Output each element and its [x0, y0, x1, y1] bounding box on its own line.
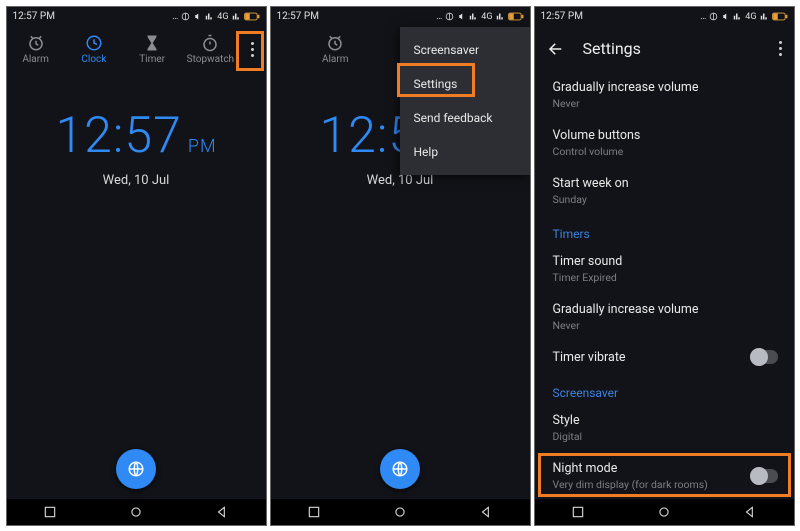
alarm-icon — [326, 34, 344, 52]
home-key[interactable] — [393, 505, 407, 519]
tab-timer[interactable]: Timer — [123, 34, 181, 65]
setting-timer-sound[interactable]: Timer sound Timer Expired — [535, 245, 794, 293]
overflow-menu-button[interactable] — [240, 27, 266, 73]
globe-icon — [127, 460, 145, 478]
section-timers: Timers — [535, 215, 794, 245]
menu-feedback[interactable]: Send feedback — [400, 101, 530, 135]
status-bar: 12:57 PM … 4G — [7, 7, 266, 27]
recents-key[interactable] — [43, 505, 57, 519]
toggle-switch[interactable] — [750, 469, 778, 483]
recents-key[interactable] — [307, 505, 321, 519]
clock-face: 12:57 PM Wed, 10 Jul — [7, 107, 266, 188]
status-time: 12:57 PM — [541, 11, 583, 22]
phone-screen-2: 12:57 PM … 4G Alarm Clock 12:57 PM Wed, … — [270, 6, 531, 526]
android-navbar — [535, 499, 794, 525]
menu-help[interactable]: Help — [400, 135, 530, 169]
back-key[interactable] — [215, 505, 229, 519]
stopwatch-icon — [201, 34, 219, 52]
alarm-icon — [27, 34, 45, 52]
setting-gradual-volume[interactable]: Gradually increase volume Never — [535, 71, 794, 119]
tab-alarm[interactable]: Alarm — [7, 34, 65, 65]
add-world-clock-button[interactable] — [380, 449, 420, 489]
tab-alarm[interactable]: Alarm — [271, 34, 401, 65]
status-icons: … 4G — [436, 12, 523, 22]
time-value: 12:57 — [55, 107, 181, 165]
back-key[interactable] — [743, 505, 757, 519]
settings-list[interactable]: Gradually increase volume Never Volume b… — [535, 71, 794, 525]
phone-screen-3: 12:57 PM … 4G Settings Gradually increas… — [534, 6, 795, 526]
setting-timer-vibrate[interactable]: Timer vibrate — [535, 341, 794, 374]
setting-night-mode[interactable]: Night mode Very dim display (for dark ro… — [535, 452, 794, 500]
back-key[interactable] — [479, 505, 493, 519]
date-value: Wed, 10 Jul — [271, 173, 530, 188]
home-key[interactable] — [657, 505, 671, 519]
menu-screensaver[interactable]: Screensaver — [400, 33, 530, 67]
back-arrow-icon[interactable] — [547, 40, 565, 58]
status-bar: 12:57 PM … 4G — [271, 7, 530, 27]
setting-style[interactable]: Style Digital — [535, 404, 794, 452]
android-navbar — [271, 499, 530, 525]
status-time: 12:57 PM — [13, 11, 55, 22]
status-time: 12:57 PM — [277, 11, 319, 22]
tab-label: Timer — [139, 54, 165, 65]
home-key[interactable] — [129, 505, 143, 519]
android-navbar — [7, 499, 266, 525]
date-value: Wed, 10 Jul — [7, 173, 266, 188]
phone-screen-1: 12:57 PM … 4G Alarm Clock Timer Stopwatc… — [6, 6, 267, 526]
clock-icon — [85, 34, 103, 52]
tab-label: Alarm — [322, 54, 349, 65]
globe-icon — [391, 460, 409, 478]
tab-label: Stopwatch — [187, 54, 234, 65]
tab-label: Clock — [81, 54, 106, 65]
tab-label: Alarm — [22, 54, 49, 65]
settings-header: Settings — [535, 27, 794, 71]
more-icon — [251, 42, 254, 57]
overflow-menu: Screensaver Settings Send feedback Help — [400, 27, 530, 175]
page-title: Settings — [583, 39, 761, 58]
clock-tabs: Alarm Clock Timer Stopwatch — [7, 27, 266, 73]
status-icons: … 4G — [700, 12, 787, 22]
setting-volume-buttons[interactable]: Volume buttons Control volume — [535, 119, 794, 167]
more-icon[interactable] — [779, 41, 782, 56]
timer-icon — [143, 34, 161, 52]
setting-start-week[interactable]: Start week on Sunday — [535, 167, 794, 215]
add-world-clock-button[interactable] — [116, 449, 156, 489]
setting-gradual-volume-2[interactable]: Gradually increase volume Never — [535, 293, 794, 341]
status-icons: … 4G — [172, 12, 259, 22]
toggle-switch[interactable] — [750, 350, 778, 364]
section-screensaver: Screensaver — [535, 374, 794, 404]
tab-clock[interactable]: Clock — [65, 34, 123, 65]
time-ampm: PM — [188, 136, 217, 157]
tab-stopwatch[interactable]: Stopwatch — [181, 34, 239, 65]
status-bar: 12:57 PM … 4G — [535, 7, 794, 27]
recents-key[interactable] — [571, 505, 585, 519]
menu-settings[interactable]: Settings — [400, 67, 530, 101]
